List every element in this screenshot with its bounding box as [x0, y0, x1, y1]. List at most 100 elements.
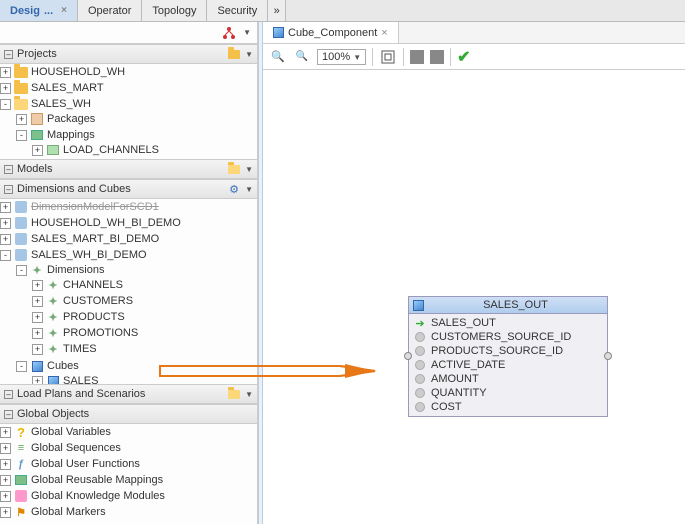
editor-tab[interactable]: Cube_Component × — [263, 22, 399, 43]
expand-icon[interactable]: + — [0, 507, 11, 518]
expand-icon[interactable]: + — [0, 67, 11, 78]
dropdown-icon[interactable]: ▼ — [243, 28, 251, 37]
folder-dropdown-icon[interactable] — [227, 387, 241, 401]
tab-designer[interactable]: Desig × — [0, 0, 78, 21]
component-sales-out[interactable]: SALES_OUT ➔SALES_OUTCUSTOMERS_SOURCE_IDP… — [408, 296, 608, 417]
tab-topology[interactable]: Topology — [142, 0, 207, 21]
collapse-icon[interactable]: - — [16, 265, 27, 276]
tree-item[interactable]: +SALES — [32, 374, 257, 384]
expand-icon[interactable]: + — [0, 475, 11, 486]
expand-icon[interactable]: + — [32, 344, 43, 355]
tree-item[interactable]: +⚑Global Markers — [0, 505, 257, 519]
tree-item[interactable]: +✦TIMES — [32, 342, 257, 356]
tree-item[interactable]: +HOUSEHOLD_WH — [0, 65, 257, 79]
dropdown-icon[interactable]: ▼ — [245, 165, 253, 174]
expand-icon[interactable]: + — [32, 145, 43, 156]
layout-icon-1[interactable] — [410, 50, 424, 64]
tree-item[interactable]: +?Global Variables — [0, 425, 257, 439]
dropdown-icon[interactable]: ▼ — [245, 390, 253, 399]
tree-item[interactable]: -SALES_WH_BI_DEMO — [0, 248, 257, 262]
gear-icon[interactable]: ⚙ — [227, 182, 241, 196]
folder-dropdown-icon[interactable] — [227, 47, 241, 61]
expand-icon[interactable]: + — [32, 280, 43, 291]
expand-icon[interactable]: + — [0, 234, 11, 245]
expand-icon[interactable]: + — [0, 459, 11, 470]
output-port[interactable] — [604, 352, 612, 360]
expand-icon[interactable]: + — [32, 376, 43, 385]
tree-item[interactable]: +SALES_MART_BI_DEMO — [0, 232, 257, 246]
input-port[interactable] — [404, 352, 412, 360]
collapse-icon[interactable]: - — [0, 99, 11, 110]
section-title: Dimensions and Cubes — [17, 183, 223, 195]
folder-dropdown-icon[interactable] — [227, 162, 241, 176]
zoom-out-icon[interactable]: 🔍 — [293, 48, 311, 66]
tree-item[interactable]: - Cubes — [16, 359, 257, 373]
component-row[interactable]: ACTIVE_DATE — [409, 358, 607, 372]
expand-icon[interactable]: + — [0, 202, 11, 213]
tab-security[interactable]: Security — [207, 0, 268, 21]
tree-item[interactable]: -✦Dimensions — [16, 263, 257, 277]
component-row[interactable]: ➔SALES_OUT — [409, 316, 607, 330]
zoom-in-icon[interactable]: 🔍 — [269, 48, 287, 66]
expand-icon[interactable]: + — [32, 296, 43, 307]
expand-icon[interactable]: + — [0, 218, 11, 229]
expand-icon[interactable]: + — [32, 328, 43, 339]
component-row[interactable]: COST — [409, 400, 607, 414]
expand-icon[interactable]: + — [32, 312, 43, 323]
expand-icon[interactable]: + — [16, 114, 27, 125]
tree-item[interactable]: +ƒGlobal User Functions — [0, 457, 257, 471]
tree-item[interactable]: +SALES_MART — [0, 81, 257, 95]
tree-item[interactable]: +✦PROMOTIONS — [32, 326, 257, 340]
tree-item[interactable]: +Global Reusable Mappings — [0, 473, 257, 487]
section-models-header[interactable]: – Models ▼ — [0, 159, 257, 179]
component-row[interactable]: CUSTOMERS_SOURCE_ID — [409, 330, 607, 344]
collapse-icon[interactable]: - — [16, 361, 27, 372]
collapse-icon[interactable]: – — [4, 410, 13, 419]
collapse-icon[interactable]: - — [16, 130, 27, 141]
section-title: Global Objects — [17, 408, 253, 420]
expand-icon[interactable]: + — [0, 427, 11, 438]
section-globals-header[interactable]: – Global Objects — [0, 404, 257, 424]
layout-icon-2[interactable] — [430, 50, 444, 64]
section-loadplans-header[interactable]: – Load Plans and Scenarios ▼ — [0, 384, 257, 404]
dimension-icon: ✦ — [46, 278, 60, 292]
component-row[interactable]: PRODUCTS_SOURCE_ID — [409, 344, 607, 358]
tab-operator[interactable]: Operator — [78, 0, 142, 21]
collapse-icon[interactable]: – — [4, 50, 13, 59]
expand-icon[interactable]: + — [0, 443, 11, 454]
validate-icon[interactable]: ✔ — [457, 47, 470, 67]
tree-item[interactable]: -SALES_WH — [0, 97, 257, 111]
tree-item[interactable]: +Packages — [16, 112, 257, 126]
zoom-select[interactable]: 100% ▼ — [317, 49, 366, 65]
collapse-icon[interactable]: - — [0, 250, 11, 261]
component-row[interactable]: AMOUNT — [409, 372, 607, 386]
collapse-icon[interactable]: – — [4, 185, 13, 194]
component-row[interactable]: QUANTITY — [409, 386, 607, 400]
tree-item[interactable]: +✦PRODUCTS — [32, 310, 257, 324]
close-icon[interactable]: × — [61, 5, 67, 16]
dropdown-icon[interactable]: ▼ — [245, 185, 253, 194]
tree-item[interactable]: +≡Global Sequences — [0, 441, 257, 455]
tree-item[interactable]: +HOUSEHOLD_WH_BI_DEMO — [0, 216, 257, 230]
hierarchy-icon[interactable] — [221, 25, 237, 41]
section-dimcubes-header[interactable]: – Dimensions and Cubes ⚙ ▼ — [0, 179, 257, 199]
diagram-canvas[interactable]: SALES_OUT ➔SALES_OUTCUSTOMERS_SOURCE_IDP… — [263, 70, 685, 524]
tree-item-label: Cubes — [47, 360, 79, 372]
tree-item[interactable]: +Global Knowledge Modules — [0, 489, 257, 503]
expand-icon[interactable]: + — [0, 83, 11, 94]
tree-item[interactable]: -Mappings — [16, 128, 257, 142]
section-projects-header[interactable]: – Projects ▼ — [0, 44, 257, 64]
collapse-icon[interactable]: – — [4, 165, 13, 174]
tab-overflow[interactable]: » — [268, 0, 286, 21]
expand-icon[interactable]: + — [0, 491, 11, 502]
tree-item[interactable]: +✦CUSTOMERS — [32, 294, 257, 308]
tree-item[interactable]: +DimensionModelForSCD1 — [0, 200, 257, 214]
close-icon[interactable]: × — [381, 27, 387, 39]
tree-item[interactable]: +✦CHANNELS — [32, 278, 257, 292]
fit-icon[interactable] — [379, 48, 397, 66]
tab-label: Operator — [88, 5, 131, 17]
tree-item[interactable]: +LOAD_CHANNELS — [32, 143, 257, 157]
component-header[interactable]: SALES_OUT — [409, 297, 607, 314]
dropdown-icon[interactable]: ▼ — [245, 50, 253, 59]
collapse-icon[interactable]: – — [4, 390, 13, 399]
